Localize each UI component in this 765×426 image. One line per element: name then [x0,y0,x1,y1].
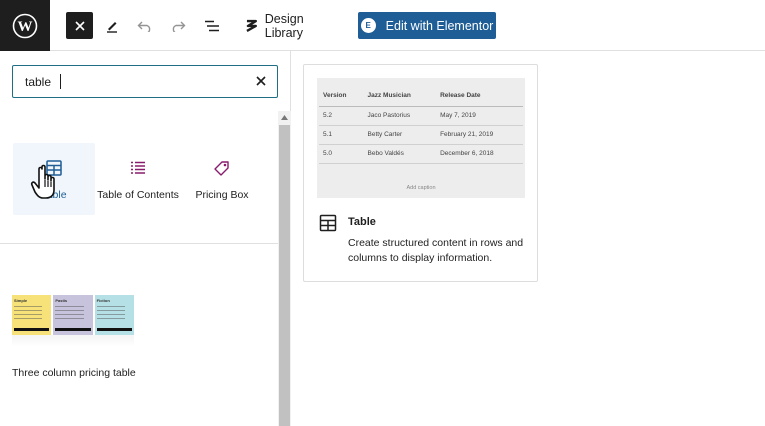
preview-table-header: Version [319,86,364,107]
document-overview-button[interactable] [200,12,224,39]
table-cell: 5.0 [319,144,364,164]
pricing-column-title: Simple [14,298,28,303]
stackable-logo-icon [246,19,257,32]
table-cell: Jaco Pastorius [363,106,437,126]
pricing-column-title: Fiction [96,298,110,303]
pricing-column: Fiction [94,295,134,335]
block-preview-canvas: Version Jazz Musician Release Date 5.2 J… [317,78,525,198]
table-cell: Bebo Valdés [363,144,437,164]
table-icon [319,214,337,232]
preview-block-title: Table [348,216,376,228]
block-inserter-panel: Table Table of Contents Pricing Box Sim [0,51,291,426]
block-item-label: Table of Contents [97,189,179,201]
table-cell: 5.2 [319,106,364,126]
block-preview-panel: Version Jazz Musician Release Date 5.2 J… [303,64,538,282]
edit-with-elementor-button[interactable]: E Edit with Elementor [358,12,496,39]
scroll-up-button[interactable] [278,111,291,124]
list-view-icon [205,20,219,31]
close-icon [74,20,85,31]
list-icon [131,161,145,174]
block-item-pricing-box[interactable]: Pricing Box [181,143,263,215]
block-item-table-of-contents[interactable]: Table of Contents [97,143,179,215]
elementor-icon: E [360,18,376,33]
table-cell: December 6, 2018 [436,144,523,164]
svg-text:W: W [18,19,33,35]
pricing-column: Simple [12,295,52,335]
pencil-icon [107,21,117,33]
close-inserter-button[interactable] [66,12,93,39]
preview-table-header: Jazz Musician [363,86,437,107]
preview-caption: Add caption [406,185,436,191]
tools-button[interactable] [101,12,123,39]
table-row: 5.2 Jaco Pastorius May 7, 2019 [319,106,523,126]
preview-table-header: Release Date [436,86,523,107]
scroll-thumb[interactable] [279,125,290,426]
pattern-preview-three-column-pricing[interactable]: Simple Pastis Fiction [12,295,134,335]
clear-search-button[interactable] [253,73,269,89]
table-cell: 5.1 [319,125,364,145]
editor-toolbar: W Design Library E Edit with Elementor [0,0,765,51]
design-library-button[interactable]: Design Library [244,11,344,40]
text-caret [60,74,61,89]
pattern-label[interactable]: Three column pricing table [12,367,152,381]
table-row: 5.0 Bebo Valdés December 6, 2018 [319,144,523,164]
undo-icon [137,21,151,32]
undo-button[interactable] [134,12,156,39]
section-divider [0,243,278,244]
pricing-column-title: Pastis [55,298,68,303]
pattern-preview-shadow [12,335,134,347]
table-cell: February 21, 2019 [436,125,523,145]
redo-button[interactable] [167,12,189,39]
wordpress-icon: W [12,13,38,38]
arrow-up-icon [281,115,288,120]
price-tag-icon [214,161,229,176]
block-search-input[interactable] [25,74,245,90]
hand-cursor-icon [30,164,55,199]
block-item-label: Pricing Box [195,189,249,201]
elementor-label: Edit with Elementor [385,18,494,33]
close-icon [256,76,266,86]
preview-table: Version Jazz Musician Release Date 5.2 J… [319,86,523,164]
pricing-column: Pastis [53,295,93,335]
table-cell: May 7, 2019 [436,106,523,126]
table-cell: Betty Carter [363,125,437,145]
results-scrollbar[interactable] [278,111,291,426]
design-library-label: Design Library [264,11,304,40]
search-results: Table Table of Contents Pricing Box Simp… [0,111,291,426]
redo-icon [172,21,186,32]
search-box [12,65,278,98]
wordpress-logo-button[interactable]: W [0,0,50,51]
preview-block-description: Create structured content in rows and co… [348,237,524,264]
table-row: 5.1 Betty Carter February 21, 2019 [319,125,523,145]
